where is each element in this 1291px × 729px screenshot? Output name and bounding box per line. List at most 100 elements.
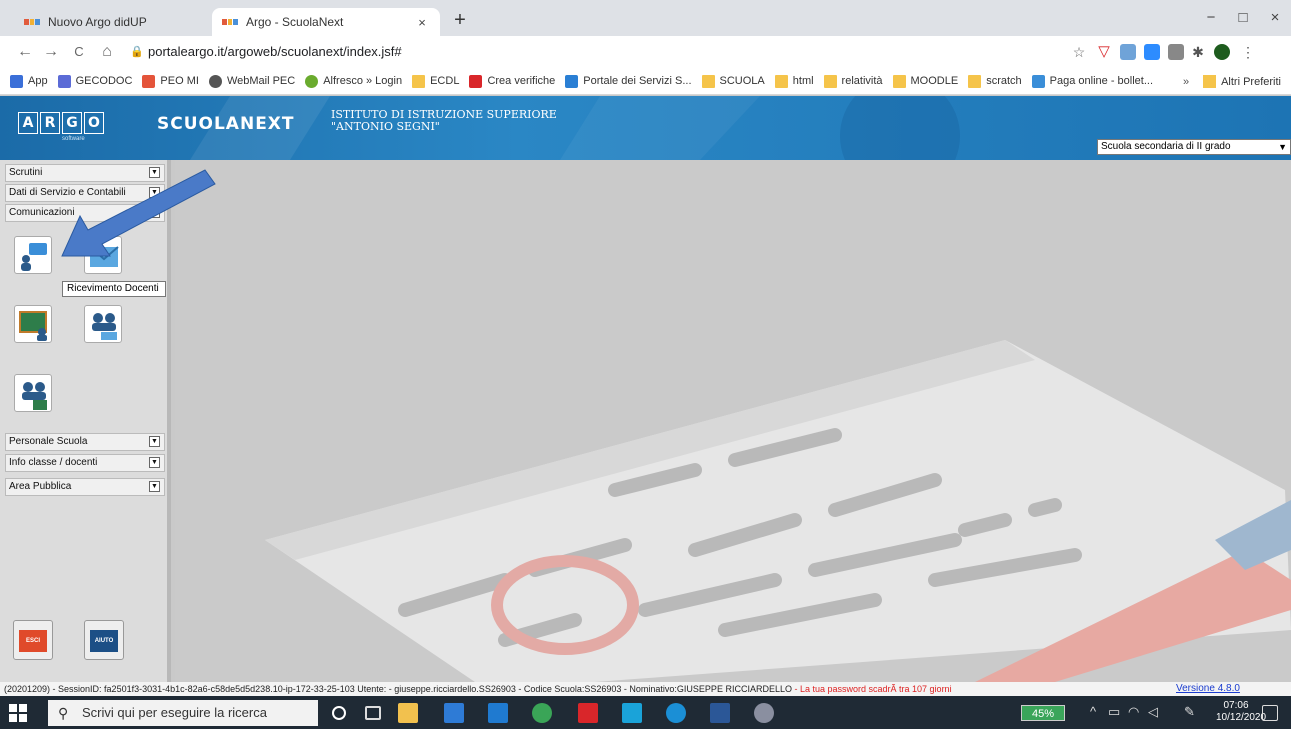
status-bar: (20201209) - SessionID: fa2501f3-3031-4b… (0, 682, 1291, 696)
minimize-button[interactable]: − (1196, 6, 1226, 30)
other-bookmarks[interactable]: Altri Preferiti (1221, 76, 1281, 88)
folder-icon (968, 74, 982, 88)
aiuto-button[interactable]: AIUTO (84, 620, 124, 660)
chevron-down-icon: ▼ (149, 436, 160, 447)
menu-kebab-icon[interactable]: ⋮ (1240, 44, 1256, 60)
store-icon[interactable] (444, 703, 464, 723)
reload-button[interactable]: C (68, 40, 90, 64)
clock-time: 07:06 (1223, 700, 1249, 711)
download-extension-icon[interactable] (1120, 44, 1136, 60)
version-link[interactable]: Versione 4.8.0 (1176, 682, 1240, 696)
tab-argo-scuolanext[interactable]: Argo - ScuolaNext × (212, 8, 440, 36)
menu-label: Personale Scuola (9, 436, 88, 447)
battery-indicator[interactable]: 45% (1021, 705, 1065, 721)
acrobat-icon[interactable] (578, 703, 598, 723)
bookmark-peo-mi[interactable]: PEO MI (142, 74, 199, 88)
bookmark-alfresco[interactable]: Alfresco » Login (305, 74, 402, 88)
bookmark-scuola[interactable]: SCUOLA (701, 74, 765, 88)
gecodoc-icon (57, 74, 71, 88)
folder-icon (701, 74, 715, 88)
bookmark-label: ECDL (430, 75, 460, 87)
extension-icon[interactable] (1168, 44, 1184, 60)
windows-taskbar: ⚲ Scrivi qui per eseguire la ricerca 45%… (0, 696, 1291, 729)
bookmark-webmail-pec[interactable]: WebMail PEC (208, 74, 296, 88)
bookmark-label: App (28, 75, 48, 87)
edge-icon[interactable] (666, 703, 686, 723)
notifications-icon[interactable] (1262, 705, 1278, 721)
outlook-icon[interactable] (488, 703, 508, 723)
sidebar-item-area-pubblica[interactable]: Area Pubblica ▼ (5, 478, 165, 496)
menu-label: Scrutini (9, 167, 43, 178)
argo-logo: A R G O (18, 112, 104, 134)
bookmarks-overflow-button[interactable]: » (1183, 76, 1189, 88)
wifi-icon[interactable]: ◠ (1128, 704, 1139, 720)
file-explorer-icon[interactable] (398, 703, 418, 723)
zoom-extension-icon[interactable] (1144, 44, 1160, 60)
logo-letter: R (40, 112, 60, 134)
taskbar-search-input[interactable]: ⚲ Scrivi qui per eseguire la ricerca (48, 700, 318, 726)
bookmark-label: Paga online - bollet... (1049, 75, 1154, 87)
folder-icon (412, 74, 426, 88)
folder-icon (823, 74, 837, 88)
maximize-button[interactable]: □ (1228, 6, 1258, 30)
bookmark-portale-servizi[interactable]: Portale dei Servizi S... (565, 74, 692, 88)
argo-favicon-icon (24, 19, 41, 25)
esci-label: ESCI (19, 630, 47, 652)
paint-icon[interactable] (754, 703, 774, 723)
annotation-arrow (61, 169, 216, 257)
bookmark-label: html (792, 75, 814, 87)
bookmark-scratch[interactable]: scratch (968, 74, 1022, 88)
classroom-button[interactable] (14, 305, 52, 343)
browser-tab-strip: Nuovo Argo didUP × Argo - ScuolaNext × +… (0, 0, 1291, 36)
url-text: portaleargo.it/argoweb/scuolanext/index.… (148, 44, 402, 59)
battery-icon[interactable]: ▭ (1108, 704, 1120, 720)
bookmark-label: SCUOLA (719, 75, 765, 87)
bookmark-crea-verifiche[interactable]: Crea verifiche (469, 74, 555, 88)
tab-nuovo-argo-didup[interactable]: Nuovo Argo didUP × (14, 8, 242, 36)
search-icon: ⚲ (58, 705, 69, 721)
bookmark-relativita[interactable]: relatività (823, 74, 883, 88)
bookmark-app[interactable]: App (10, 74, 48, 88)
apps-grid-icon (10, 74, 23, 88)
bookmark-gecodoc[interactable]: GECODOC (57, 74, 132, 88)
bookmark-label: WebMail PEC (226, 75, 296, 87)
forward-button[interactable]: → (40, 40, 62, 64)
address-bar[interactable]: 🔒 portaleargo.it/argoweb/scuolanext/inde… (126, 39, 1061, 65)
bookmarks-right: » Altri Preferiti (1183, 68, 1281, 95)
ricevimento-docenti-button[interactable] (14, 236, 52, 274)
l-app-icon[interactable] (622, 703, 642, 723)
chrome-icon[interactable] (532, 703, 552, 723)
tab-close-icon[interactable]: × (414, 15, 430, 30)
home-button[interactable]: ⌂ (96, 40, 118, 64)
docenti-classe-button[interactable] (14, 374, 52, 412)
close-window-button[interactable]: × (1260, 6, 1290, 30)
pen-icon[interactable]: ✎ (1184, 704, 1195, 720)
windows-start-icon[interactable] (8, 703, 28, 723)
bookmark-ecdl[interactable]: ECDL (412, 74, 460, 88)
password-warning: - La tua password scadrÃ tra 107 giorni (794, 684, 952, 694)
bookmark-html[interactable]: html (774, 74, 814, 88)
bookmark-paga-online[interactable]: Paga online - bollet... (1031, 74, 1154, 88)
bookmark-label: MOODLE (910, 75, 959, 87)
back-button[interactable]: ← (14, 40, 36, 64)
tooltip: Ricevimento Docenti (62, 281, 166, 297)
school-type-select[interactable]: Scuola secondaria di II grado ▼ (1097, 139, 1291, 155)
taskbar-clock[interactable]: 07:06 10/12/2020 (1216, 700, 1266, 724)
profile-avatar-icon[interactable] (1214, 44, 1230, 60)
ublock-extension-icon[interactable]: ▽ (1096, 44, 1112, 60)
bookmark-star-icon[interactable]: ☆ (1068, 40, 1090, 64)
extensions-puzzle-icon[interactable]: ✱ (1190, 44, 1206, 60)
app-name: SCUOLANEXT (157, 114, 295, 134)
bookmark-moodle[interactable]: MOODLE (892, 74, 959, 88)
task-view-icon[interactable] (365, 706, 381, 720)
word-icon[interactable] (710, 703, 730, 723)
docenti-group-button[interactable] (84, 305, 122, 343)
sidebar-item-personale-scuola[interactable]: Personale Scuola ▼ (5, 433, 165, 451)
show-hidden-icons[interactable]: ^ (1090, 704, 1096, 719)
people-board-icon (22, 382, 47, 410)
esci-button[interactable]: ESCI (13, 620, 53, 660)
new-tab-button[interactable]: + (448, 9, 472, 33)
cortana-icon[interactable] (332, 706, 346, 720)
sidebar-item-info-classe[interactable]: Info classe / docenti ▼ (5, 454, 165, 472)
volume-icon[interactable]: ◁ (1148, 704, 1158, 720)
